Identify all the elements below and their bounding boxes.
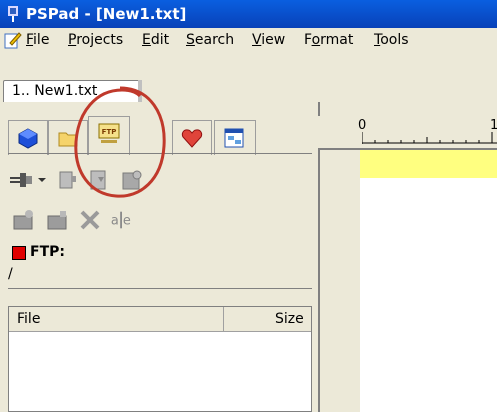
editor-area: 0 1 (318, 102, 497, 412)
pspad-app-icon (8, 6, 18, 22)
rename-icon[interactable]: a e (110, 208, 134, 232)
favorites-heart-icon (181, 129, 203, 148)
ftp-path: / (8, 266, 13, 282)
menu-tools[interactable]: Tools (374, 32, 409, 48)
menu-format[interactable]: Format (304, 32, 353, 48)
title-bar: PSPad - [New1.txt] (0, 0, 497, 28)
ruler-label-0: 0 (358, 118, 367, 133)
column-header-file[interactable]: File (17, 311, 40, 327)
svg-text:a: a (111, 214, 119, 229)
ruler-label-1: 1 (490, 118, 497, 133)
menu-edit[interactable]: Edit (142, 32, 169, 48)
window-list-icon (224, 128, 244, 148)
window-title: PSPad - [New1.txt] (26, 5, 187, 23)
ruler-ticks (362, 132, 497, 144)
menu-projects[interactable]: Projects (68, 32, 123, 48)
ftp-status-indicator (12, 246, 26, 260)
tab-favorites[interactable] (172, 120, 212, 155)
menu-search[interactable]: Search (186, 32, 234, 48)
file-list-header: File Size (9, 307, 311, 332)
new-file-icon[interactable] (46, 208, 70, 232)
svg-text:e: e (123, 214, 131, 229)
menu-view[interactable]: View (252, 32, 285, 48)
document-edit-icon[interactable] (4, 31, 22, 49)
line-number-gutter (320, 150, 360, 412)
column-divider[interactable] (223, 307, 224, 331)
chevron-down-icon[interactable] (38, 176, 46, 184)
projects-cube-icon (18, 128, 38, 149)
annotation-circle (74, 86, 166, 198)
file-list[interactable]: File Size (8, 306, 312, 412)
menu-bar: File Projects Edit Search View Format To… (0, 28, 497, 53)
tab-projects[interactable] (8, 120, 48, 155)
menu-file[interactable]: File (26, 32, 49, 48)
column-header-size[interactable]: Size (275, 311, 304, 327)
new-folder-icon[interactable] (12, 208, 36, 232)
text-editor[interactable] (360, 150, 497, 412)
tab-window-list[interactable] (214, 120, 256, 155)
connect-plug-icon[interactable] (10, 168, 34, 192)
current-line-highlight (360, 150, 497, 178)
ruler: 0 1 (318, 116, 497, 148)
ftp-label: FTP: (30, 244, 65, 260)
separator (8, 288, 312, 289)
delete-icon[interactable] (78, 208, 102, 232)
